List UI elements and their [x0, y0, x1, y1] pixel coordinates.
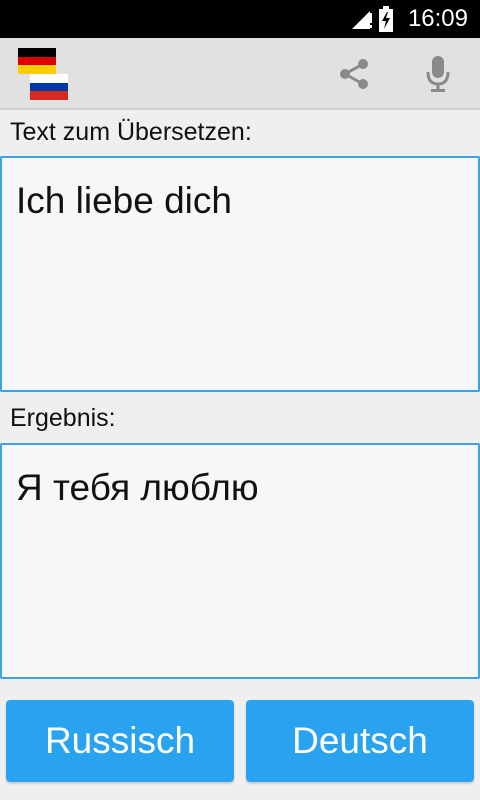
- translate-russian-button[interactable]: Russisch: [6, 700, 234, 782]
- russian-flag-icon[interactable]: [30, 74, 68, 100]
- source-text-value: Ich liebe dich: [16, 180, 232, 221]
- share-button[interactable]: [334, 54, 374, 94]
- battery-charging-icon: [378, 6, 393, 32]
- toolbar: [0, 38, 480, 110]
- status-bar: 16:09: [0, 0, 480, 38]
- result-text-value: Я тебя люблю: [16, 467, 259, 508]
- source-text-field[interactable]: Ich liebe dich: [0, 156, 480, 392]
- share-icon: [340, 59, 368, 89]
- result-text-field[interactable]: Я тебя люблю: [0, 443, 480, 679]
- signal-icon: [351, 11, 372, 29]
- result-label: Ergebnis:: [10, 404, 116, 432]
- microphone-button[interactable]: [418, 52, 458, 96]
- german-flag-icon[interactable]: [18, 48, 56, 74]
- translate-german-button[interactable]: Deutsch: [246, 700, 474, 782]
- microphone-icon: [426, 56, 450, 92]
- clock: 16:09: [407, 5, 468, 32]
- input-label: Text zum Übersetzen:: [10, 118, 252, 146]
- status-icons: 16:09: [350, 0, 480, 38]
